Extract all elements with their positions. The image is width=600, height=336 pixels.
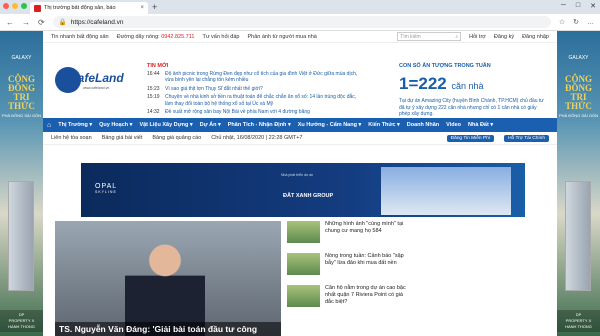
sub-bar: Liên hệ tòa soạn Bảng giá bài viết Bảng … — [43, 132, 557, 145]
close-tab-icon[interactable]: × — [140, 5, 144, 11]
reload-icon[interactable]: ⟳ — [38, 18, 45, 27]
cafeland-favicon-icon — [34, 4, 41, 12]
news-item[interactable]: 15:23 Vì sao giá thịt lợn Thụy Sĩ đắt nhấ… — [147, 86, 361, 92]
lock-icon: 🔒 — [58, 19, 67, 26]
list-item[interactable]: Căn hộ nằm trong dự án cao bậc nhất quận… — [287, 285, 413, 307]
towers-image — [381, 167, 511, 215]
search-icon[interactable]: ⌕ — [455, 34, 458, 40]
current-date: Chủ nhật, 16/08/2020 | 22:28 GMT+7 — [211, 135, 303, 141]
ad-partners: DP PROPERTY X HANH THONG — [557, 310, 600, 332]
menu-item[interactable]: Dự Án ▾ — [200, 122, 221, 128]
developer-label: Nhà phát triển dự án — [281, 173, 314, 177]
qa-link[interactable]: Tư vấn hỏi đáp — [202, 34, 239, 40]
finance-support-button[interactable]: Hỗ Trợ Tài Chính — [504, 134, 549, 142]
cafeland-site: Tin nhanh bất động sản Đường dây nóng: 0… — [43, 31, 557, 336]
thumbnail — [287, 253, 320, 275]
favorite-icon[interactable]: ☆ — [559, 18, 565, 26]
ad-headline: CÔNG ĐỒNG TRI THỨC — [565, 74, 592, 111]
sync-icon[interactable]: ↻ — [573, 18, 579, 26]
tab-title: Thị trường bất động sản, báo — [44, 5, 116, 11]
latest-news: TIN MỚI 16:44 Độ ảnh picnic trong Rừng Đe… — [147, 63, 361, 117]
weekly-number-desc: Tại dự án Amazing City (huyện Bình Chánh… — [399, 98, 544, 117]
thumbnail — [287, 285, 320, 307]
ad-headline: CÔNG ĐỒNG TRI THỨC — [8, 74, 35, 111]
article-price-link[interactable]: Bảng giá bài viết — [102, 135, 143, 141]
maximize-button[interactable]: □ — [576, 2, 580, 10]
url-field[interactable]: 🔒 https://cafeland.vn — [52, 16, 551, 28]
new-tab-button[interactable]: + — [152, 2, 157, 12]
news-item[interactable]: 15:19 Chuyện về nhà kinh sở tiền ra thuật… — [147, 94, 361, 107]
weekly-number-box[interactable]: CON SỐ ẤN TƯỢNG TRONG TUẦN 1=222 căn nhà… — [399, 63, 549, 118]
support-link[interactable]: Hỏi trợ — [469, 34, 486, 40]
ad-price-link[interactable]: Bảng giá quảng cáo — [152, 135, 201, 141]
more-icon[interactable]: … — [587, 19, 594, 26]
featured-article[interactable]: TS. Nguyễn Văn Đáng: 'Giải bài toán đầu … — [55, 221, 281, 336]
browser-tabbar: Thị trường bất động sản, báo × + ─ □ ✕ — [0, 0, 600, 14]
window-dots — [3, 3, 27, 9]
ad-brand: GALAXY — [568, 55, 589, 61]
ad-partners: DP PROPERTY X HANH THONG — [0, 310, 43, 332]
ad-building-image — [8, 181, 34, 291]
left-ad-banner[interactable]: GALAXY CÔNG ĐỒNG TRI THỨC PHÁ ĐÔNG SÀI GÒN … — [0, 31, 43, 336]
menu-item[interactable]: Doanh Nhân — [407, 122, 439, 128]
menu-item[interactable]: Xu Hướng - Cẩm Nang ▾ — [298, 122, 362, 128]
thumbnail — [287, 221, 320, 243]
url-text: https://cafeland.vn — [70, 18, 124, 26]
menu-item[interactable]: Phân Tích - Nhận Định ▾ — [228, 122, 291, 128]
list-item[interactable]: Nóng trong tuần: Cảnh báo "sập bẫy" lừa … — [287, 253, 413, 275]
featured-caption: TS. Nguyễn Văn Đáng: 'Giải bài toán đầu … — [55, 322, 281, 336]
featured-photo — [125, 231, 205, 336]
back-icon[interactable]: ← — [6, 18, 14, 27]
opal-logo: OPAL SKYLINE — [95, 183, 118, 194]
feedback-link[interactable]: Phản ánh từ người mua nhà — [247, 34, 316, 40]
cafeland-logo[interactable]: CafeLand www.cafeland.vn — [55, 65, 124, 105]
address-bar: ← → ⟳ 🔒 https://cafeland.vn ☆ ↻ … — [0, 14, 600, 31]
free-post-button[interactable]: Đăng Tin Miễn Phí — [446, 134, 495, 142]
ad-subline: PHÁ ĐÔNG SÀI GÒN — [1, 113, 42, 118]
top-utility-bar: Tin nhanh bất động sản Đường dây nóng: 0… — [43, 31, 557, 43]
menu-item[interactable]: Quy Hoạch ▾ — [99, 122, 132, 128]
forward-icon[interactable]: → — [22, 18, 30, 27]
menu-item[interactable]: Vật Liệu Xây Dựng ▾ — [139, 122, 192, 128]
main-menu: ⌂ Thị Trường ▾ Quy Hoạch ▾ Vật Liệu Xây … — [43, 118, 557, 132]
right-ad-banner[interactable]: GALAXY CÔNG ĐỒNG TRI THỨC PHÁ ĐÔNG SÀI GÒN … — [557, 31, 600, 336]
site-header: CafeLand www.cafeland.vn TIN MỚI 16:44 Độ… — [43, 43, 557, 118]
hotline: Đường dây nóng: 0942.825.711 — [116, 33, 195, 40]
menu-item[interactable]: Thị Trường ▾ — [58, 122, 92, 128]
login-link[interactable]: Đăng nhập — [522, 34, 549, 40]
search-input[interactable]: Tìm kiếm ⌕ — [397, 32, 462, 41]
window-controls: ─ □ ✕ — [561, 2, 596, 10]
side-news-list: Những hình ảnh "cùng mình" tại chung cư … — [287, 221, 413, 317]
developer-name: ĐẤT XANH GROUP — [283, 193, 334, 199]
ad-subline: PHÁ ĐÔNG SÀI GÒN — [558, 113, 599, 118]
menu-item[interactable]: Kiến Thức ▾ — [368, 122, 400, 128]
contact-link[interactable]: Liên hệ tòa soạn — [51, 135, 92, 141]
ad-building-image — [565, 181, 591, 291]
quick-news-link[interactable]: Tin nhanh bất động sản — [51, 34, 109, 40]
latest-news-heading: TIN MỚI — [147, 63, 169, 69]
weekly-number: 1=222 căn nhà — [399, 74, 484, 93]
browser-tab[interactable]: Thị trường bất động sản, báo × — [30, 2, 148, 14]
list-item[interactable]: Những hình ảnh "cùng mình" tại chung cư … — [287, 221, 413, 243]
register-link[interactable]: Đăng ký — [494, 34, 514, 40]
home-icon[interactable]: ⌂ — [47, 122, 51, 129]
opal-skyline-banner[interactable]: OPAL SKYLINE Nhà phát triển dự án ĐẤT XAN… — [81, 163, 525, 217]
close-window-button[interactable]: ✕ — [590, 2, 596, 10]
ad-brand: GALAXY — [11, 55, 32, 61]
minimize-button[interactable]: ─ — [561, 2, 566, 10]
menu-item[interactable]: Nhà Đất ▾ — [468, 122, 493, 128]
news-item[interactable]: 14:32 Đề xuất mở rộng sân bay Nội Bài về … — [147, 109, 361, 115]
news-item[interactable]: 16:44 Độ ảnh picnic trong Rừng Đen đẹp nh… — [147, 71, 361, 84]
menu-item[interactable]: Video — [446, 122, 461, 128]
